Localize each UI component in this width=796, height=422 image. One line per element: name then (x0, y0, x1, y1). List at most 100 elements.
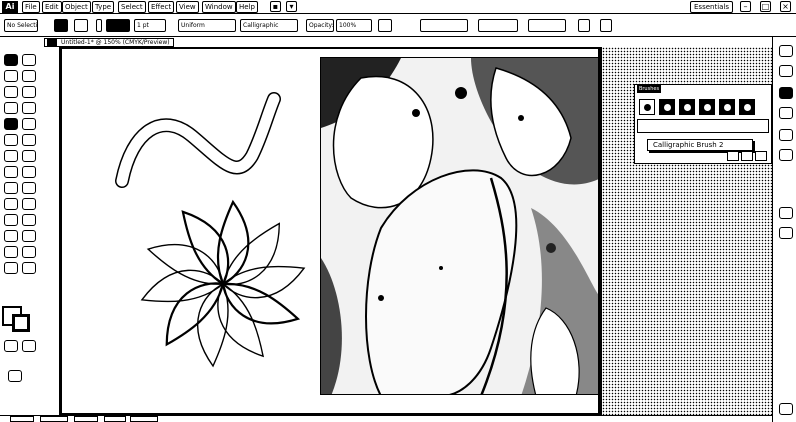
preferences-button[interactable] (478, 19, 518, 32)
document-tab[interactable]: Untitled-1* @ 150% (CMYK/Preview) (44, 38, 174, 47)
selection-tool-icon[interactable] (4, 54, 18, 66)
width-tool-icon[interactable] (4, 166, 18, 178)
line-tool-icon[interactable] (4, 102, 18, 114)
arrange-icon[interactable]: ▾ (286, 1, 297, 12)
placed-photo[interactable] (320, 57, 598, 395)
stroke-color-swatch[interactable] (12, 314, 30, 332)
document-setup-button[interactable] (420, 19, 468, 32)
brushes-panel-tab[interactable]: Brushes (637, 85, 661, 93)
brushes-panel-icon[interactable] (779, 107, 793, 119)
align-button[interactable] (528, 19, 566, 32)
gradient-mode-icon[interactable] (22, 340, 36, 352)
swatches-panel-icon[interactable] (779, 87, 793, 99)
menu-window[interactable]: Window (202, 1, 236, 13)
symbol-sprayer-tool-icon[interactable] (4, 230, 18, 242)
artboard-navigator[interactable] (40, 416, 68, 422)
menu-object[interactable]: Object (62, 1, 91, 13)
document-tab-title: Untitled-1* @ 150% (CMYK/Preview) (61, 39, 170, 46)
status-bar (0, 415, 772, 422)
menu-edit[interactable]: Edit (42, 1, 62, 13)
layers-panel-icon[interactable] (779, 227, 793, 239)
status-menu[interactable] (104, 416, 126, 422)
brush-cell-selected[interactable] (659, 99, 675, 115)
symbols-panel-icon[interactable] (779, 129, 793, 141)
flower-petal (221, 265, 306, 299)
menu-view[interactable]: View (176, 1, 199, 13)
brush-dot-icon (664, 104, 671, 111)
screen-mode-icon[interactable] (8, 370, 22, 382)
shape-builder-tool-icon[interactable] (4, 182, 18, 194)
pen-tool-icon[interactable] (4, 86, 18, 98)
color-mode-icon[interactable] (4, 340, 18, 352)
menu-select[interactable]: Select (118, 1, 146, 13)
brush-library-row[interactable] (637, 119, 769, 133)
variable-width-profile[interactable]: Uniform (178, 19, 236, 32)
scroll-down-icon[interactable] (779, 403, 793, 415)
menu-effect[interactable]: Effect (148, 1, 175, 13)
eyedropper-tool-icon[interactable] (4, 214, 18, 226)
maximize-icon[interactable]: □ (760, 1, 771, 12)
column-graph-tool-icon[interactable] (22, 230, 36, 242)
transform-icon[interactable] (578, 19, 590, 32)
tab-close-icon[interactable] (47, 39, 57, 46)
blend-tool-icon[interactable] (22, 214, 36, 226)
more-options-icon[interactable] (600, 19, 612, 32)
calligraphic-stroke[interactable] (112, 91, 287, 196)
minimize-icon[interactable]: – (740, 1, 751, 12)
bridge-icon[interactable]: ▪ (270, 1, 281, 12)
stroke-swatch[interactable] (74, 19, 88, 32)
brush-definition[interactable]: Calligraphic (240, 19, 298, 32)
status-info[interactable] (74, 416, 98, 422)
color-guide-panel-icon[interactable] (779, 65, 793, 77)
rectangle-tool-icon[interactable] (22, 102, 36, 114)
brush-dot-icon (744, 104, 751, 111)
perspective-grid-tool-icon[interactable] (22, 182, 36, 194)
horizontal-scrollbar[interactable] (130, 416, 158, 422)
zoom-tool-icon[interactable] (22, 262, 36, 274)
delete-brush-icon[interactable] (755, 151, 767, 161)
fill-swatch[interactable] (54, 19, 68, 32)
brush-cell[interactable] (719, 99, 735, 115)
type-tool-icon[interactable] (22, 86, 36, 98)
rotate-tool-icon[interactable] (4, 150, 18, 162)
brush-cell[interactable] (699, 99, 715, 115)
menu-help[interactable]: Help (236, 1, 258, 13)
direct-selection-tool-icon[interactable] (22, 54, 36, 66)
free-transform-tool-icon[interactable] (22, 166, 36, 178)
close-icon[interactable]: × (780, 1, 791, 12)
brush-cell[interactable] (679, 99, 695, 115)
stroke-panel-icon[interactable] (779, 149, 793, 161)
blob-brush-tool-icon[interactable] (4, 134, 18, 146)
brushes-panel[interactable]: Brushes Calligraphic Brush 2 (634, 84, 772, 164)
brush-options-icon[interactable] (727, 151, 739, 161)
menu-file[interactable]: File (22, 1, 40, 13)
mesh-tool-icon[interactable] (4, 198, 18, 210)
magic-wand-tool-icon[interactable] (4, 70, 18, 82)
flower-petal (165, 282, 225, 347)
lasso-tool-icon[interactable] (22, 70, 36, 82)
stroke-weight-field[interactable]: 1 pt (134, 19, 166, 32)
style-swatch[interactable] (378, 19, 392, 32)
opacity-field[interactable]: 100% (336, 19, 372, 32)
brush-cell[interactable] (639, 99, 655, 115)
brush-cell[interactable] (739, 99, 755, 115)
artboard-tool-icon[interactable] (4, 246, 18, 258)
eraser-tool-icon[interactable] (22, 134, 36, 146)
color-panel-icon[interactable] (779, 45, 793, 57)
stroke-dropdown[interactable] (96, 19, 102, 32)
gradient-tool-icon[interactable] (22, 198, 36, 210)
brush-tooltip: Calligraphic Brush 2 (647, 139, 753, 151)
hand-tool-icon[interactable] (4, 262, 18, 274)
zoom-level-field[interactable] (10, 416, 34, 422)
pencil-tool-icon[interactable] (22, 118, 36, 130)
new-brush-icon[interactable] (741, 151, 753, 161)
paintbrush-tool-icon[interactable] (4, 118, 18, 130)
artboard[interactable] (60, 47, 600, 415)
menu-type[interactable]: Type (92, 1, 115, 13)
brush-dot-icon (724, 104, 731, 111)
scale-tool-icon[interactable] (22, 150, 36, 162)
appearance-panel-icon[interactable] (779, 207, 793, 219)
flower-shape[interactable] (136, 199, 310, 369)
workspace-switcher[interactable]: Essentials (690, 1, 734, 13)
slice-tool-icon[interactable] (22, 246, 36, 258)
